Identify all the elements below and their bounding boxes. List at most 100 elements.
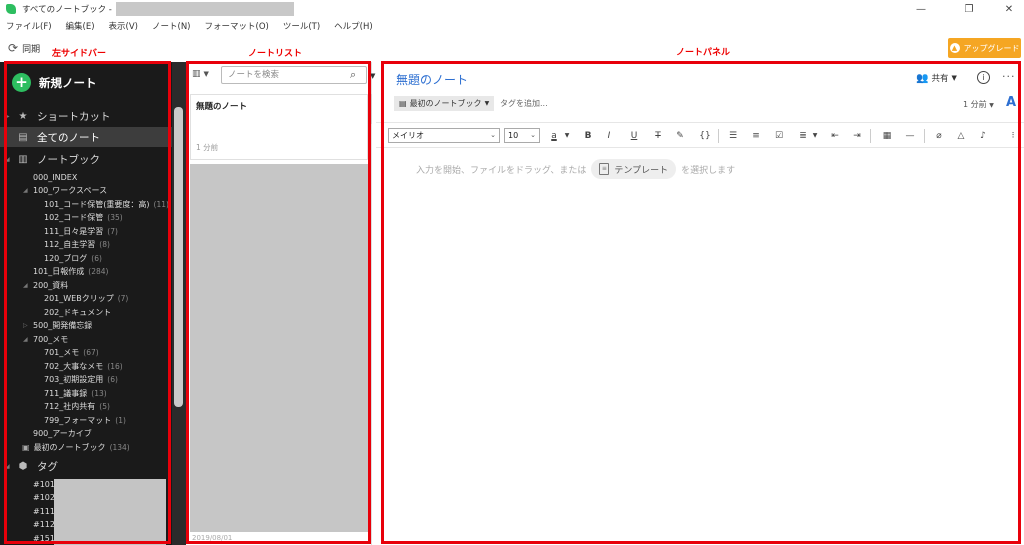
notebook-item[interactable]: 112_自主学習 (8) xyxy=(44,238,110,251)
search-input[interactable] xyxy=(228,69,343,81)
notebook-selector[interactable]: ▤ 最初のノートブック ▼ xyxy=(394,96,495,111)
sync-button[interactable]: ⟳ 同期 xyxy=(8,41,40,55)
underline-icon[interactable]: U xyxy=(627,129,641,143)
left-sidebar: + 新規ノート ▶ ★ ショートカット ▤ 全てのノート ◢ ▥ ノートブック … xyxy=(0,62,186,545)
table-icon[interactable]: ▦ xyxy=(880,129,894,143)
minimize-button[interactable]: — xyxy=(906,0,936,18)
record-audio-icon[interactable]: ♪ xyxy=(976,129,990,143)
sidebar-scrollbar[interactable] xyxy=(172,62,186,545)
template-button[interactable]: ≡ テンプレート xyxy=(591,159,677,179)
font-size-select[interactable]: 10 ⌄ xyxy=(504,128,540,143)
more-icon[interactable]: ··· xyxy=(1002,70,1016,83)
chevron-down-icon: ◢ xyxy=(23,282,28,289)
more-format-icon[interactable]: ⁝ xyxy=(1006,129,1020,143)
horizontal-rule-icon[interactable]: — xyxy=(903,129,917,143)
notebook-item[interactable]: 201_WEBクリップ (7) xyxy=(44,292,128,305)
note-list-scrollbar[interactable] xyxy=(370,94,372,124)
upgrade-button[interactable]: ▲ アップグレード xyxy=(948,38,1021,58)
chevron-down-icon: ◢ xyxy=(5,462,10,470)
notebook-item[interactable]: 101_日報作成 (284) xyxy=(33,265,108,278)
menu-edit[interactable]: 編集(E) xyxy=(66,20,95,32)
sidebar-item-label: タグ xyxy=(37,460,58,473)
notebook-item[interactable]: ◢ 100_ワークスペース xyxy=(23,184,111,197)
new-note-button[interactable]: + 新規ノート xyxy=(12,73,97,92)
notebook-item[interactable]: 711_議事録 (13) xyxy=(44,387,107,400)
indent-icon[interactable]: ⇥ xyxy=(850,129,864,143)
code-block-icon[interactable]: {} xyxy=(698,129,712,143)
note-card[interactable]: 無題のノート 1 分前 xyxy=(190,94,368,160)
share-label: 共有 xyxy=(931,74,949,84)
notebook-item-default[interactable]: ▣ 最初のノートブック (134) xyxy=(22,441,130,454)
notebook-item[interactable]: 120_ブログ (6) xyxy=(44,252,102,265)
notebook-selector-label: 最初のノートブック xyxy=(409,99,482,108)
sidebar-item-notebooks[interactable]: ◢ ▥ ノートブック xyxy=(0,149,172,169)
menu-help[interactable]: ヘルプ(H) xyxy=(334,20,373,32)
note-list-header: ▥ ▼ ⌕ ▼ xyxy=(186,62,375,90)
menu-tools[interactable]: ツール(T) xyxy=(283,20,320,32)
search-icon[interactable]: ⌕ xyxy=(350,68,356,82)
checklist-icon[interactable]: ☑ xyxy=(772,129,786,143)
sidebar-item-shortcuts[interactable]: ▶ ★ ショートカット xyxy=(0,106,172,126)
notebook-item[interactable]: 101_コード保管(重要度：高) (11) xyxy=(44,198,169,211)
bold-icon[interactable]: B xyxy=(581,129,595,143)
notebook-item[interactable]: 102_コード保管 (35) xyxy=(44,211,123,224)
window-title: すべてのノートブック - xyxy=(22,5,112,15)
upgrade-icon: ▲ xyxy=(949,43,960,53)
redacted-tags xyxy=(54,479,166,545)
chevron-down-icon[interactable]: ▼ xyxy=(808,129,822,143)
redacted-title xyxy=(115,2,294,16)
italic-icon[interactable]: I xyxy=(602,129,616,143)
card-view-icon: ▥ xyxy=(192,69,201,79)
notebook-item[interactable]: ◢ 700_メモ xyxy=(23,333,72,346)
template-label: テンプレート xyxy=(614,165,669,176)
notebook-item[interactable]: 000_INDEX xyxy=(33,171,81,184)
notebook-item[interactable]: ◢ 200_資料 xyxy=(23,279,72,292)
chevron-down-icon: ▼ xyxy=(484,100,490,107)
attachment-icon[interactable]: ⌀ xyxy=(932,129,946,143)
add-tag-input[interactable]: タグを追加... xyxy=(500,98,548,109)
notebook-icon: ▤ xyxy=(399,99,407,108)
menu-format[interactable]: フォーマット(O) xyxy=(205,20,269,32)
notebook-item[interactable]: 900_アーカイブ xyxy=(33,427,96,440)
strikethrough-icon[interactable]: T xyxy=(651,129,665,143)
info-icon[interactable]: i xyxy=(977,71,990,84)
notebook-item[interactable]: 702_大事なメモ (16) xyxy=(44,360,123,373)
numbered-list-icon[interactable]: ≡ xyxy=(749,129,763,143)
share-button[interactable]: 👥 共有 ▼ xyxy=(916,72,957,85)
view-options-button[interactable]: ▥ ▼ xyxy=(192,69,209,79)
note-card-title: 無題のノート xyxy=(196,102,248,112)
highlighter-icon[interactable]: ✎ xyxy=(673,129,687,143)
notebook-item[interactable]: 111_日々是学習 (7) xyxy=(44,225,118,238)
chevron-right-icon: ▷ xyxy=(23,322,28,329)
note-title[interactable]: 無題のノート xyxy=(396,71,468,88)
close-button[interactable]: ✕ xyxy=(994,0,1024,18)
editor-placeholder[interactable]: 入力を開始、ファイルをドラッグ、または ≡ テンプレート を選択します xyxy=(416,159,735,179)
sidebar-item-label: ショートカット xyxy=(37,110,111,123)
notebook-icon: ▣ xyxy=(22,443,30,452)
sidebar-item-tags[interactable]: ◢ ⬢ タグ xyxy=(0,456,172,476)
bullet-list-icon[interactable]: ☰ xyxy=(726,129,740,143)
menu-file[interactable]: ファイル(F) xyxy=(6,20,52,32)
font-family-select[interactable]: メイリオ ⌄ xyxy=(388,128,500,143)
text-color-icon[interactable]: a xyxy=(547,129,561,143)
note-timestamp[interactable]: 1 分前 ▼ xyxy=(963,99,994,110)
upgrade-label: アップグレード xyxy=(963,43,1020,53)
notebook-item[interactable]: 799_フォーマット (1) xyxy=(44,414,126,427)
menu-note[interactable]: ノート(N) xyxy=(152,20,191,32)
notebook-item[interactable]: 202_ドキュメント xyxy=(44,306,115,319)
menu-view[interactable]: 表示(V) xyxy=(109,20,138,32)
notebook-item[interactable]: 703_初期設定用 (6) xyxy=(44,373,118,386)
google-drive-icon[interactable]: △ xyxy=(954,129,968,143)
toolbar: ⟳ 同期 xyxy=(0,38,1024,60)
chevron-down-icon: ◢ xyxy=(5,155,10,163)
outdent-icon[interactable]: ⇤ xyxy=(828,129,842,143)
notebook-item[interactable]: 712_社内共有 (5) xyxy=(44,400,110,413)
sidebar-item-all-notes[interactable]: ▤ 全てのノート xyxy=(0,127,172,147)
maximize-button[interactable]: ❐ xyxy=(954,0,984,18)
notebook-item[interactable]: 701_メモ (67) xyxy=(44,346,99,359)
notebook-item[interactable]: ▷ 500_開発備忘録 xyxy=(23,319,96,332)
font-style-icon[interactable]: A xyxy=(1006,95,1016,110)
chevron-down-icon[interactable]: ▼ xyxy=(560,129,574,143)
chevron-down-icon[interactable]: ▼ xyxy=(370,72,375,80)
scrollbar-thumb[interactable] xyxy=(174,107,183,407)
